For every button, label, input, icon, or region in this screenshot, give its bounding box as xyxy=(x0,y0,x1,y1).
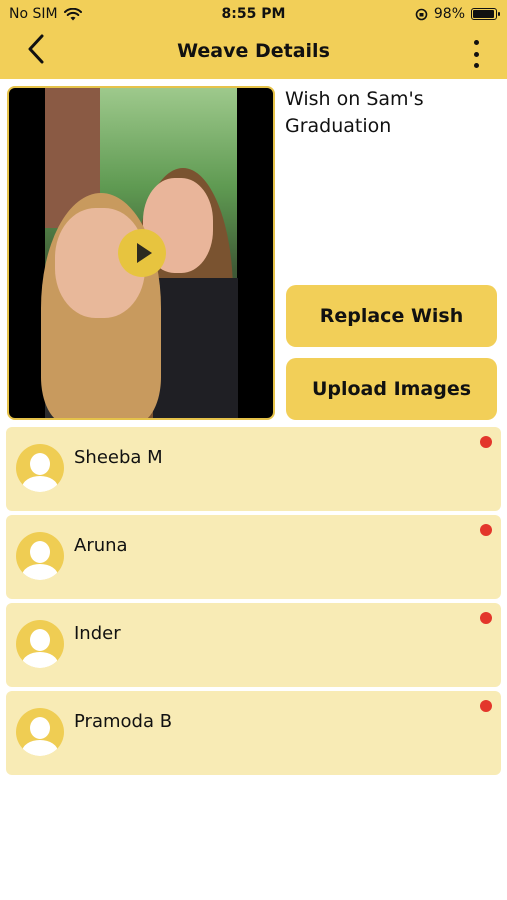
contributor-row[interactable]: Pramoda B xyxy=(6,691,501,775)
battery-fill xyxy=(473,10,494,18)
orientation-lock-icon xyxy=(415,8,428,20)
nav-bar: Weave Details xyxy=(0,28,507,79)
avatar xyxy=(16,708,64,756)
status-bar: No SIM 8:55 PM 98% xyxy=(0,0,507,28)
ellipsis-dot xyxy=(473,63,479,68)
avatar xyxy=(16,444,64,492)
avatar xyxy=(16,620,64,668)
replace-wish-button[interactable]: Replace Wish xyxy=(286,285,497,347)
contributor-name: Pramoda B xyxy=(74,711,173,732)
avatar-shoulders xyxy=(22,740,58,756)
page-title: Weave Details xyxy=(177,40,330,62)
contributor-row[interactable]: Inder xyxy=(6,603,501,687)
person-2-body xyxy=(153,278,238,418)
avatar-shoulders xyxy=(22,564,58,580)
play-button[interactable] xyxy=(118,229,166,277)
play-icon xyxy=(136,243,152,263)
contributor-name: Aruna xyxy=(74,535,128,556)
more-options-button[interactable] xyxy=(471,40,481,68)
app-header: No SIM 8:55 PM 98% Weave Details xyxy=(0,0,507,79)
avatar-head xyxy=(30,453,50,475)
contributor-name: Sheeba M xyxy=(74,447,163,468)
status-dot xyxy=(480,524,492,536)
avatar-head xyxy=(30,629,50,651)
wish-title: Wish on Sam's Graduation xyxy=(285,88,424,137)
avatar-shoulders xyxy=(22,476,58,492)
avatar-shoulders xyxy=(22,652,58,668)
ellipsis-dot xyxy=(473,51,479,57)
status-dot xyxy=(480,436,492,448)
contributor-name: Inder xyxy=(74,623,121,644)
contributor-row[interactable]: Aruna xyxy=(6,515,501,599)
wish-video-thumbnail[interactable] xyxy=(7,86,275,420)
battery-icon xyxy=(471,8,500,20)
contributor-row[interactable]: Sheeba M xyxy=(6,427,501,511)
upload-images-button[interactable]: Upload Images xyxy=(286,358,497,420)
status-right: 98% xyxy=(415,6,500,22)
avatar-head xyxy=(30,541,50,563)
avatar-head xyxy=(30,717,50,739)
vertical-ellipsis-icon xyxy=(473,40,479,45)
avatar xyxy=(16,532,64,580)
status-dot xyxy=(480,612,492,624)
battery-percent: 98% xyxy=(433,6,465,22)
status-dot xyxy=(480,700,492,712)
